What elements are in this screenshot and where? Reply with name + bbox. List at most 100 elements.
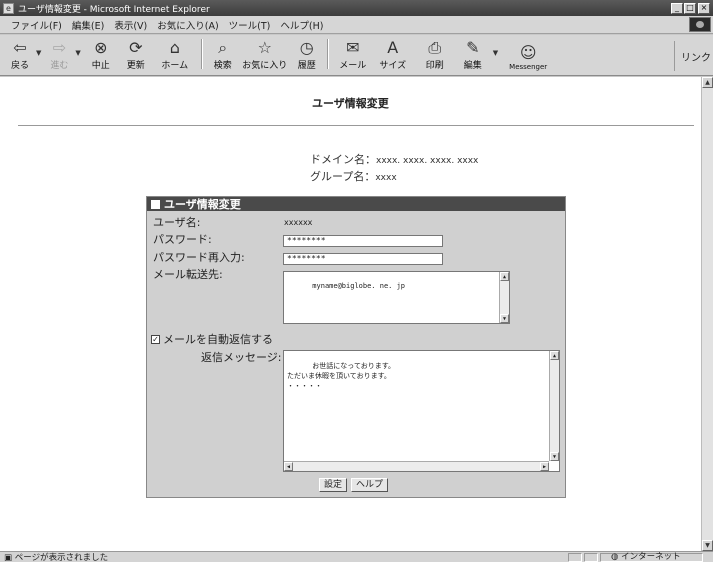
messenger-button[interactable]: ☺ Messenger xyxy=(502,37,554,71)
favorites-button[interactable]: ☆ お気に入り xyxy=(237,37,293,71)
forward-address-label: メール転送先: xyxy=(153,268,223,281)
page-vertical-scrollbar[interactable]: ▲ ▼ xyxy=(701,77,713,551)
forward-arrow-icon: ⇨ xyxy=(52,38,67,57)
scroll-up-icon[interactable]: ▲ xyxy=(500,272,509,281)
submit-button[interactable]: 設定 xyxy=(319,478,348,492)
close-button[interactable]: × xyxy=(698,2,710,14)
menu-edit[interactable]: 編集(E) xyxy=(67,18,109,32)
edit-button[interactable]: ✎ 編集 xyxy=(455,37,491,71)
mail-button[interactable]: ✉ メール xyxy=(335,37,371,71)
edit-label: 編集 xyxy=(463,61,482,71)
security-zone: ◍ インターネット xyxy=(600,551,703,562)
messenger-label: Messenger xyxy=(509,63,548,71)
menu-bar: ファイル(F) 編集(E) 表示(V) お気に入り(A) ツール(T) ヘルプ(… xyxy=(0,16,713,34)
page-title: ユーザ情報変更 xyxy=(312,97,389,110)
textarea-vertical-scrollbar[interactable]: ▲ ▼ xyxy=(549,351,559,461)
maximize-button[interactable]: □ xyxy=(684,2,696,14)
forward-dropdown-icon[interactable]: ▼ xyxy=(75,49,80,57)
refresh-button[interactable]: ⟳ 更新 xyxy=(117,37,155,71)
menu-favorites[interactable]: お気に入り(A) xyxy=(152,18,223,32)
home-label: ホーム xyxy=(161,61,189,71)
ie-page-icon: e xyxy=(3,2,14,14)
username-label: ユーザ名: xyxy=(153,216,201,229)
user-info-form: ユーザ情報変更 ユーザ名: xxxxxx パスワード: ******** パスワ… xyxy=(146,196,566,498)
stop-button[interactable]: ⊗ 中止 xyxy=(85,37,117,71)
reply-message-label: 返信メッセージ: xyxy=(201,351,282,364)
status-text: ▣ ページが表示されました xyxy=(4,553,109,562)
password-field[interactable]: ******** xyxy=(283,235,443,247)
history-button[interactable]: ◷ 履歴 xyxy=(293,37,321,71)
search-icon: ⌕ xyxy=(218,38,228,57)
scroll-down-icon[interactable]: ▼ xyxy=(500,314,509,323)
history-label: 履歴 xyxy=(297,61,316,71)
menu-tools[interactable]: ツール(T) xyxy=(224,18,276,32)
toolbar-separator xyxy=(326,39,329,69)
print-button[interactable]: ⎙ 印刷 xyxy=(415,37,455,71)
status-pane xyxy=(568,552,582,562)
autoreply-row[interactable]: ✓ メールを自動返信する xyxy=(151,331,273,347)
links-label: リンク xyxy=(681,52,711,64)
password-label: パスワード: xyxy=(153,233,212,246)
back-button[interactable]: ⇦ 戻る xyxy=(6,37,34,71)
form-header: ユーザ情報変更 xyxy=(147,197,565,211)
home-button[interactable]: ⌂ ホーム xyxy=(155,37,195,71)
textarea-scrollbar[interactable]: ▲ ▼ xyxy=(499,272,509,323)
edit-dropdown-icon[interactable]: ▼ xyxy=(493,49,498,57)
edit-icon: ✎ xyxy=(466,38,480,57)
back-dropdown-icon[interactable]: ▼ xyxy=(36,49,41,57)
domain-info: ドメイン名：xxxx. xxxx. xxxx. xxxx xyxy=(310,151,478,167)
globe-icon: ◍ xyxy=(611,551,622,562)
back-label: 戻る xyxy=(10,61,29,71)
menu-file[interactable]: ファイル(F) xyxy=(6,18,67,32)
username-value: xxxxxx xyxy=(284,218,313,227)
search-label: 検索 xyxy=(213,61,232,71)
group-info: グループ名：xxxx xyxy=(310,168,397,184)
menu-help[interactable]: ヘルプ(H) xyxy=(275,18,328,32)
password-confirm-label: パスワード再入力: xyxy=(153,251,245,264)
printer-icon: ⎙ xyxy=(428,38,442,57)
standard-toolbar: ⇦ 戻る ▼ ⇨ 進む ▼ ⊗ 中止 ⟳ 更新 ⌂ ホーム ⌕ 検索 ☆ お気に… xyxy=(0,35,713,76)
stop-icon: ⊗ xyxy=(94,38,108,57)
forward-button[interactable]: ⇨ 進む xyxy=(45,37,73,71)
page-viewport: ユーザ情報変更 ドメイン名：xxxx. xxxx. xxxx. xxxx グルー… xyxy=(0,77,701,551)
history-icon: ◷ xyxy=(299,38,314,57)
stop-label: 中止 xyxy=(91,61,110,71)
scroll-down-icon[interactable]: ▼ xyxy=(702,540,713,551)
scroll-down-icon[interactable]: ▼ xyxy=(550,452,559,461)
home-icon: ⌂ xyxy=(169,38,180,57)
search-button[interactable]: ⌕ 検索 xyxy=(209,37,237,71)
autoreply-label: メールを自動返信する xyxy=(163,333,273,346)
refresh-label: 更新 xyxy=(126,61,145,71)
textarea-horizontal-scrollbar[interactable]: ◀ ▶ xyxy=(284,461,549,471)
scroll-up-icon[interactable]: ▲ xyxy=(702,77,713,88)
help-button[interactable]: ヘルプ xyxy=(351,478,389,492)
status-pane xyxy=(584,552,598,562)
links-bar[interactable]: リンク xyxy=(674,41,711,71)
scroll-left-icon[interactable]: ◀ xyxy=(284,462,293,471)
autoreply-checkbox[interactable]: ✓ xyxy=(151,334,160,344)
domain-value: xxxx. xxxx. xxxx. xxxx xyxy=(376,156,479,166)
minimize-button[interactable]: _ xyxy=(671,2,683,14)
menu-view[interactable]: 表示(V) xyxy=(109,18,152,32)
password-confirm-field[interactable]: ******** xyxy=(283,253,443,265)
toolbar-separator xyxy=(200,39,203,69)
window-title: ユーザ情報変更 - Microsoft Internet Explorer xyxy=(18,4,210,15)
font-size-icon: A xyxy=(387,38,399,57)
scroll-up-icon[interactable]: ▲ xyxy=(550,351,559,360)
size-button[interactable]: A サイズ xyxy=(371,37,415,71)
status-bar: ▣ ページが表示されました ◍ インターネット xyxy=(0,551,713,562)
scroll-right-icon[interactable]: ▶ xyxy=(540,462,549,471)
back-arrow-icon: ⇦ xyxy=(13,38,27,57)
forward-address-text: myname@biglobe. ne. jp xyxy=(312,282,406,290)
favorites-icon: ☆ xyxy=(257,38,272,57)
reply-message-field[interactable]: お世話になっております。 ただいま休暇を頂いております。 ・・・・・ ▲ ▼ ◀… xyxy=(283,350,560,472)
domain-label: ドメイン名： xyxy=(310,153,376,166)
windows-logo-icon xyxy=(689,17,711,32)
square-bullet-icon xyxy=(151,199,160,209)
divider xyxy=(18,125,694,126)
form-header-title: ユーザ情報変更 xyxy=(164,198,241,211)
print-label: 印刷 xyxy=(425,61,444,71)
reply-message-text: お世話になっております。 ただいま休暇を頂いております。 ・・・・・ xyxy=(287,362,396,390)
forward-address-field[interactable]: myname@biglobe. ne. jp ▲ ▼ xyxy=(283,271,510,324)
window-titlebar: e ユーザ情報変更 - Microsoft Internet Explorer … xyxy=(0,0,713,16)
